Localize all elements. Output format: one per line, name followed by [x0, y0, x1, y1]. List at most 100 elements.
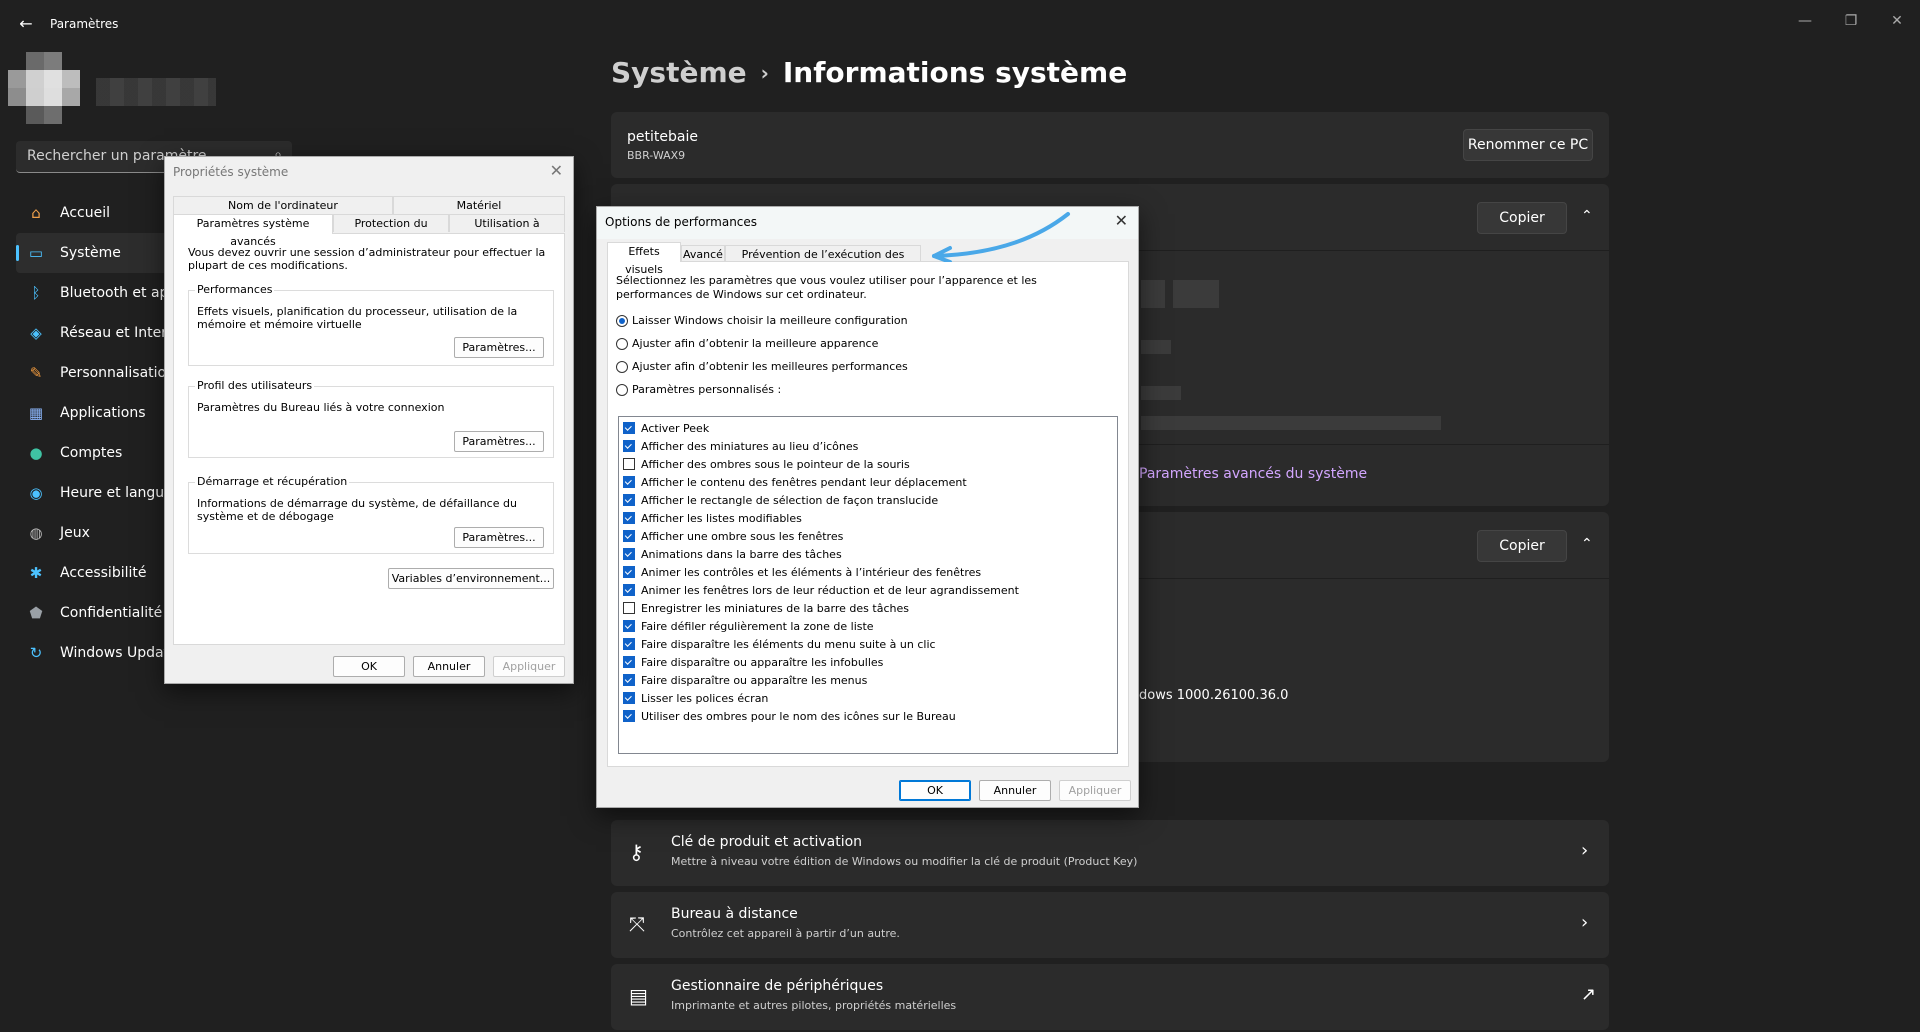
checkbox[interactable]	[623, 710, 635, 722]
radio-option[interactable]: Ajuster afin d’obtenir les meilleures pe…	[616, 360, 908, 373]
visual-effect-option[interactable]: Afficher des ombres sous le pointeur de …	[619, 455, 1117, 473]
radio-button[interactable]	[616, 337, 628, 350]
system-properties-dialog: Propriétés système ✕ Nom de l'ordinateur…	[164, 156, 574, 684]
tab-system-protection[interactable]: Protection du système	[333, 214, 449, 248]
collapse-chevron-icon[interactable]: ⌃	[1581, 208, 1593, 224]
visual-effect-option[interactable]: Animer les contrôles et les éléments à l…	[619, 563, 1117, 581]
restore-button[interactable]: ❐	[1828, 6, 1874, 36]
radio-option[interactable]: Paramètres personnalisés :	[616, 383, 781, 396]
related-item[interactable]: ⚷ Clé de produit et activation Mettre à ni…	[611, 820, 1609, 886]
tab-remote[interactable]: Utilisation à distance	[449, 214, 565, 248]
breadcrumb-separator: ›	[760, 60, 769, 85]
visual-effect-option[interactable]: Activer Peek	[619, 419, 1117, 437]
related-item[interactable]: ▤ Gestionnaire de périphériques Imprimante…	[611, 964, 1609, 1030]
startup-recovery-settings-button[interactable]: Paramètres...	[454, 527, 544, 548]
related-item-desc: Imprimante et autres pilotes, propriétés…	[671, 999, 957, 1012]
checkbox[interactable]	[623, 548, 635, 560]
back-arrow-icon[interactable]: ←	[14, 12, 38, 36]
visual-effect-option[interactable]: Faire disparaître ou apparaître les info…	[619, 653, 1117, 671]
radio-button[interactable]	[616, 360, 628, 373]
checkbox[interactable]	[623, 584, 635, 596]
globe-icon: ◉	[29, 484, 43, 502]
rename-pc-button[interactable]: Renommer ce PC	[1463, 129, 1593, 161]
visual-effect-option[interactable]: Faire disparaître ou apparaître les menu…	[619, 671, 1117, 689]
visual-effect-option[interactable]: Afficher le contenu des fenêtres pendant…	[619, 473, 1117, 491]
tab-hardware[interactable]: Matériel	[393, 196, 565, 214]
visual-effect-option[interactable]: Afficher des miniatures au lieu d’icônes	[619, 437, 1117, 455]
checkbox[interactable]	[623, 656, 635, 668]
checkbox[interactable]	[623, 476, 635, 488]
perf-cancel-button[interactable]: Annuler	[979, 780, 1051, 801]
checkbox[interactable]	[623, 422, 635, 434]
visual-effect-label: Activer Peek	[641, 421, 710, 435]
radio-option[interactable]: Ajuster afin d’obtenir la meilleure appa…	[616, 337, 878, 350]
performance-settings-button[interactable]: Paramètres...	[454, 337, 544, 358]
performance-group-label: Performances	[195, 283, 275, 296]
system-properties-close-icon[interactable]: ✕	[550, 161, 563, 180]
visual-effect-label: Afficher des miniatures au lieu d’icônes	[641, 439, 859, 453]
visual-effect-label: Afficher des ombres sous le pointeur de …	[641, 457, 910, 471]
checkbox[interactable]	[623, 440, 635, 452]
related-item-action-icon[interactable]: ›	[1581, 912, 1588, 933]
user-profiles-group-label: Profil des utilisateurs	[195, 379, 315, 392]
visual-effect-option[interactable]: Faire défiler régulièrement la zone de l…	[619, 617, 1117, 635]
checkbox[interactable]	[623, 674, 635, 686]
device-manager-icon: ▤	[629, 984, 648, 1008]
checkbox[interactable]	[623, 458, 635, 470]
checkbox[interactable]	[623, 692, 635, 704]
sysprops-ok-button[interactable]: OK	[333, 656, 405, 677]
checkbox[interactable]	[623, 638, 635, 650]
radio-button[interactable]	[616, 383, 628, 396]
related-item-action-icon[interactable]: ›	[1581, 840, 1588, 861]
user-profiles-settings-button[interactable]: Paramètres...	[454, 431, 544, 452]
visual-effect-option[interactable]: Utiliser des ombres pour le nom des icôn…	[619, 707, 1117, 725]
key-icon: ⚷	[629, 840, 644, 864]
tab-visual-effects[interactable]: Effets visuels	[607, 242, 681, 276]
checkbox[interactable]	[623, 602, 635, 614]
checkbox[interactable]	[623, 530, 635, 542]
radio-option[interactable]: Laisser Windows choisir la meilleure con…	[616, 314, 908, 327]
minimize-button[interactable]: —	[1782, 6, 1828, 36]
copy-windows-specs-button[interactable]: Copier	[1477, 530, 1567, 562]
person-icon: ●	[29, 444, 43, 462]
tab-advanced-system-settings[interactable]: Paramètres système avancés	[173, 214, 333, 248]
related-item-title: Gestionnaire de périphériques	[671, 978, 884, 994]
checkbox[interactable]	[623, 620, 635, 632]
visual-effect-option[interactable]: Afficher le rectangle de sélection de fa…	[619, 491, 1117, 509]
tab-computer-name[interactable]: Nom de l'ordinateur	[173, 196, 393, 214]
performance-group: Performances Effets visuels, planificati…	[188, 283, 554, 366]
advanced-system-settings-link[interactable]: Paramètres avancés du système	[1139, 466, 1367, 482]
related-item-desc: Contrôlez cet appareil à partir d’un aut…	[671, 927, 900, 940]
close-window-button[interactable]: ✕	[1874, 6, 1920, 36]
visual-effect-option[interactable]: Lisser les polices écran	[619, 689, 1117, 707]
pc-name: petitebaie	[627, 129, 698, 145]
checkbox[interactable]	[623, 566, 635, 578]
performance-options-close-icon[interactable]: ✕	[1115, 211, 1128, 230]
radio-button[interactable]	[616, 314, 628, 327]
pc-name-card: petitebaie BBR-WAX9 Renommer ce PC	[611, 112, 1609, 178]
copy-device-specs-button[interactable]: Copier	[1477, 202, 1567, 234]
visual-effect-option[interactable]: Afficher une ombre sous les fenêtres	[619, 527, 1117, 545]
environment-variables-button[interactable]: Variables d’environnement...	[388, 568, 554, 589]
collapse-chevron-icon[interactable]: ⌃	[1581, 536, 1593, 552]
related-item-title: Bureau à distance	[671, 906, 798, 922]
perf-apply-button[interactable]: Appliquer	[1059, 780, 1131, 801]
checkbox[interactable]	[623, 494, 635, 506]
related-item-action-icon[interactable]: ↗	[1581, 984, 1596, 1005]
breadcrumb-system[interactable]: Système	[611, 56, 747, 89]
radio-label: Paramètres personnalisés :	[632, 383, 782, 396]
visual-effect-option[interactable]: Animer les fenêtres lors de leur réducti…	[619, 581, 1117, 599]
sysprops-apply-button[interactable]: Appliquer	[493, 656, 565, 677]
avatar[interactable]	[8, 52, 80, 124]
related-item[interactable]: ⤧ Bureau à distance Contrôlez cet appareil…	[611, 892, 1609, 958]
radio-label: Laisser Windows choisir la meilleure con…	[632, 314, 908, 327]
visual-effect-option[interactable]: Faire disparaître les éléments du menu s…	[619, 635, 1117, 653]
visual-effect-option[interactable]: Enregistrer les miniatures de la barre d…	[619, 599, 1117, 617]
visual-effect-option[interactable]: Afficher les listes modifiables	[619, 509, 1117, 527]
title-bar: ← Paramètres — ❐ ✕	[0, 0, 1920, 48]
visual-effect-option[interactable]: Animations dans la barre des tâches	[619, 545, 1117, 563]
visual-effect-label: Lisser les polices écran	[641, 691, 769, 705]
checkbox[interactable]	[623, 512, 635, 524]
sysprops-cancel-button[interactable]: Annuler	[413, 656, 485, 677]
perf-ok-button[interactable]: OK	[899, 780, 971, 801]
